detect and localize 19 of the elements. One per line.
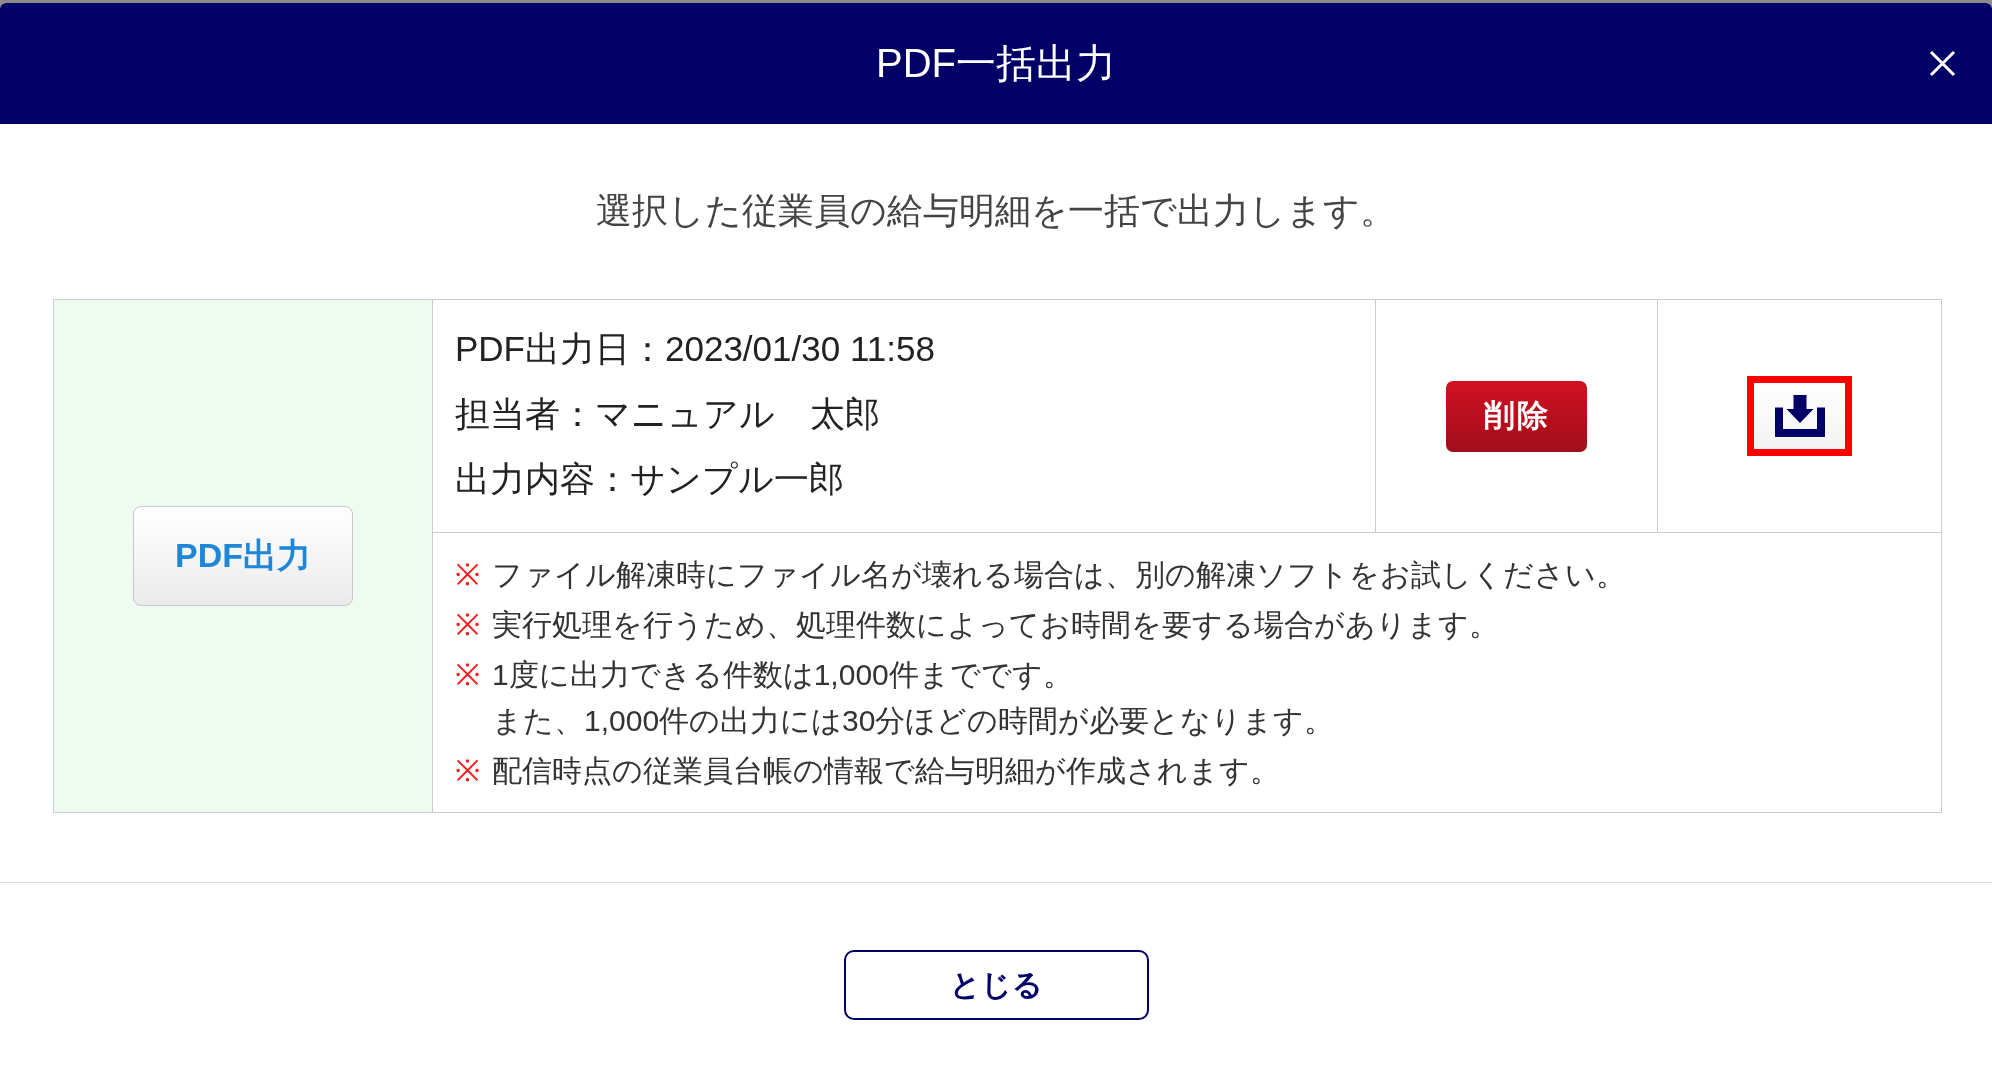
note-text: ファイル解凍時にファイル名が壊れる場合は、別の解凍ソフトをお試しください。 — [492, 557, 1626, 593]
note-mark: ※ — [455, 607, 481, 643]
close-icon[interactable] — [1929, 50, 1956, 77]
description-text: 選択した従業員の給与明細を一括で出力します。 — [596, 189, 1396, 233]
delete-button[interactable]: 削除 — [1446, 380, 1587, 452]
record-detail-text: 出力内容：サンプル一郎 — [455, 458, 845, 500]
dialog-title: PDF一括出力 — [876, 40, 1116, 87]
download-icon — [1774, 395, 1825, 437]
note-text: 配信時点の従業員台帳の情報で給与明細が作成されます。 — [492, 753, 1280, 789]
record-detail-text: 担当者：マニュアル 太郎 — [455, 393, 881, 435]
note-mark: ※ — [455, 557, 481, 593]
note-mark: ※ — [455, 657, 481, 693]
pdf-export-button[interactable]: PDF出力 — [133, 506, 353, 606]
note-text: 1度に出力できる件数は1,000件までです。 また、1,000件の出力には30分ほどの時間が必要となります。 — [492, 657, 1335, 739]
note-text: 実行処理を行うため、処理件数によってお時間を要する場合があります。 — [492, 607, 1499, 643]
close-button[interactable]: とじる — [843, 950, 1149, 1020]
note-mark: ※ — [455, 753, 481, 789]
download-button[interactable] — [1747, 376, 1852, 456]
record-detail-text: PDF出力日：2023/01/30 11:58 — [455, 328, 936, 370]
